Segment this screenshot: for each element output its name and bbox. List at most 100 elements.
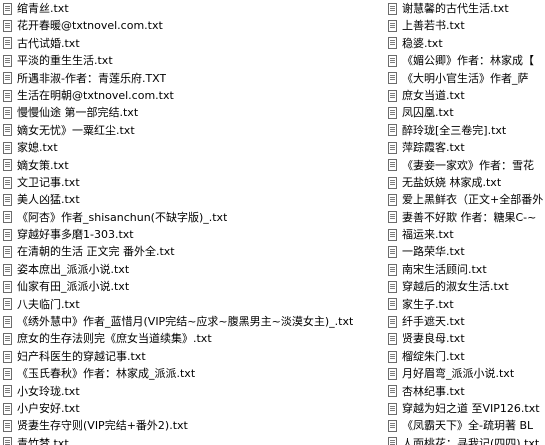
- text-file-icon: [3, 159, 12, 172]
- file-item[interactable]: 穿越后的淑女生活.txt: [385, 278, 545, 295]
- file-name: 美人凶猛.txt: [17, 193, 80, 207]
- file-name: 平淡的重生生活.txt: [17, 54, 113, 68]
- file-item[interactable]: 纤手遮天.txt: [385, 313, 545, 330]
- file-name: 文卫记事.txt: [17, 175, 80, 189]
- file-name: 谢慧馨的古代生活.txt: [402, 2, 509, 15]
- file-item[interactable]: 《大明小官生活》作者_萨: [385, 70, 545, 87]
- file-item[interactable]: 嫡女无忧》一粟红尘.txt: [0, 122, 380, 139]
- file-item[interactable]: 生活在明朝@txtnovel.com.txt: [0, 87, 380, 104]
- file-item[interactable]: 姿本庶出_派派小说.txt: [0, 261, 380, 278]
- file-name: 《阿杏》作者_shisanchun(不缺字版)_.txt: [17, 210, 228, 224]
- file-name: 无盐妖娆 林家成.txt: [402, 175, 502, 189]
- file-item[interactable]: 文卫记事.txt: [0, 174, 380, 191]
- file-name: 庶女当道.txt: [402, 88, 465, 102]
- file-name: 庶女的生存法则完《庶女当道续集》.txt: [17, 332, 212, 346]
- file-item[interactable]: 人面桃花：寻我记(四四).txt: [385, 435, 545, 445]
- text-file-icon: [3, 141, 12, 154]
- file-item[interactable]: 穿越好事多磨1-303.txt: [0, 226, 380, 243]
- text-file-icon: [388, 107, 397, 120]
- file-name: 《媚公卿》作者：林家成【: [402, 54, 534, 68]
- file-item[interactable]: 《玉氏春秋》作者：林家成_派派.txt: [0, 365, 380, 382]
- file-name: 穿越后的淑女生活.txt: [402, 280, 509, 294]
- file-item[interactable]: 一路荣华.txt: [385, 243, 545, 260]
- text-file-icon: [3, 437, 12, 445]
- text-file-icon: [388, 228, 397, 241]
- file-item[interactable]: 仙家有田_派派小说.txt: [0, 278, 380, 295]
- file-item[interactable]: 爱上黑鲜衣（正文+全部番外: [385, 191, 545, 208]
- file-item[interactable]: 八夫临门.txt: [0, 296, 380, 313]
- file-item[interactable]: 榴绽朱门.txt: [385, 348, 545, 365]
- text-file-icon: [388, 385, 397, 398]
- text-file-icon: [3, 402, 12, 415]
- file-item[interactable]: 庶女的生存法则完《庶女当道续集》.txt: [0, 330, 380, 347]
- text-file-icon: [3, 315, 12, 328]
- file-item[interactable]: 《凤霸天下》全-疏玥著 BL: [385, 417, 545, 434]
- text-file-icon: [3, 367, 12, 380]
- file-item[interactable]: 南宋生活顾问.txt: [385, 261, 545, 278]
- file-name: 上善若书.txt: [402, 19, 465, 33]
- file-item[interactable]: 贤妻良母.txt: [385, 330, 545, 347]
- file-item[interactable]: 嫡女策.txt: [0, 157, 380, 174]
- text-file-icon: [3, 263, 12, 276]
- file-item[interactable]: 贤妻生存守则(VIP完结+番外2).txt: [0, 417, 380, 434]
- file-item[interactable]: 《妻妾一家欢》作者：雪花: [385, 157, 545, 174]
- file-item[interactable]: 无盐妖娆 林家成.txt: [385, 174, 545, 191]
- file-item[interactable]: 上善若书.txt: [385, 17, 545, 34]
- file-column-right: 谢慧馨的古代生活.txt 上善若书.txt 稳婆.txt 《媚公卿》作者：林家成【 《大…: [385, 0, 545, 445]
- file-item[interactable]: 《阿杏》作者_shisanchun(不缺字版)_.txt: [0, 209, 380, 226]
- file-item[interactable]: 庶女当道.txt: [385, 87, 545, 104]
- file-item[interactable]: 青竹梦.txt: [0, 435, 380, 445]
- file-name: 人面桃花：寻我记(四四).txt: [402, 436, 540, 445]
- file-name: 所遇非淑-作者：青莲乐府.TXT: [17, 71, 167, 85]
- text-file-icon: [388, 420, 397, 433]
- file-item[interactable]: 萍踪霞客.txt: [385, 139, 545, 156]
- file-item[interactable]: 小女玲珑.txt: [0, 383, 380, 400]
- text-file-icon: [388, 72, 397, 85]
- file-item[interactable]: 妇产科医生的穿越记事.txt: [0, 348, 380, 365]
- file-name: 萍踪霞客.txt: [402, 141, 465, 155]
- file-item[interactable]: 家媳.txt: [0, 139, 380, 156]
- text-file-icon: [3, 211, 12, 224]
- file-item[interactable]: 所遇非淑-作者：青莲乐府.TXT: [0, 70, 380, 87]
- text-file-icon: [3, 176, 12, 189]
- file-item[interactable]: 小户安好.txt: [0, 400, 380, 417]
- text-file-icon: [3, 420, 12, 433]
- file-item[interactable]: 绾青丝.txt: [0, 0, 380, 17]
- file-item[interactable]: 凤囚凰.txt: [385, 104, 545, 121]
- file-item[interactable]: 《绣外慧中》作者_蓝惜月(VIP完结~应求~腹黑男主~淡漠女主)_.txt: [0, 313, 380, 330]
- file-name: 南宋生活顾问.txt: [402, 262, 487, 276]
- file-name: 榴绽朱门.txt: [402, 349, 465, 363]
- file-name: 八夫临门.txt: [17, 297, 80, 311]
- file-item[interactable]: 美人凶猛.txt: [0, 191, 380, 208]
- text-file-icon: [3, 2, 12, 15]
- file-item[interactable]: 家生子.txt: [385, 296, 545, 313]
- file-item[interactable]: 古代试婚.txt: [0, 35, 380, 52]
- file-item[interactable]: 醉玲珑[全三卷完].txt: [385, 122, 545, 139]
- file-item[interactable]: 福运来.txt: [385, 226, 545, 243]
- text-file-icon: [3, 280, 12, 293]
- text-file-icon: [3, 107, 12, 120]
- text-file-icon: [388, 263, 397, 276]
- file-item[interactable]: 稳婆.txt: [385, 35, 545, 52]
- file-item[interactable]: 杏林纪事.txt: [385, 383, 545, 400]
- file-item[interactable]: 花开春暖@txtnovel.com.txt: [0, 17, 380, 34]
- file-item[interactable]: 在清朝的生活 正文完 番外全.txt: [0, 243, 380, 260]
- file-item[interactable]: 平淡的重生生活.txt: [0, 52, 380, 69]
- file-name: 穿越为妇之道 至VIP126.txt: [402, 401, 540, 415]
- file-name: 纤手遮天.txt: [402, 315, 465, 329]
- file-item[interactable]: 月好眉弯_派派小说.txt: [385, 365, 545, 382]
- text-file-icon: [388, 20, 397, 33]
- file-name: 妻善不好欺 作者：糖果C-~: [402, 210, 537, 224]
- text-file-icon: [3, 37, 12, 50]
- file-name: 小户安好.txt: [17, 401, 80, 415]
- file-name: 青竹梦.txt: [17, 436, 69, 445]
- file-item[interactable]: 谢慧馨的古代生活.txt: [385, 0, 545, 17]
- text-file-icon: [3, 193, 12, 206]
- file-item[interactable]: 《媚公卿》作者：林家成【: [385, 52, 545, 69]
- text-file-icon: [3, 385, 12, 398]
- text-file-icon: [388, 176, 397, 189]
- file-item[interactable]: 妻善不好欺 作者：糖果C-~: [385, 209, 545, 226]
- file-name: 《绣外慧中》作者_蓝惜月(VIP完结~应求~腹黑男主~淡漠女主)_.txt: [17, 315, 354, 329]
- file-item[interactable]: 慢慢仙途 第一部完结.txt: [0, 104, 380, 121]
- file-item[interactable]: 穿越为妇之道 至VIP126.txt: [385, 400, 545, 417]
